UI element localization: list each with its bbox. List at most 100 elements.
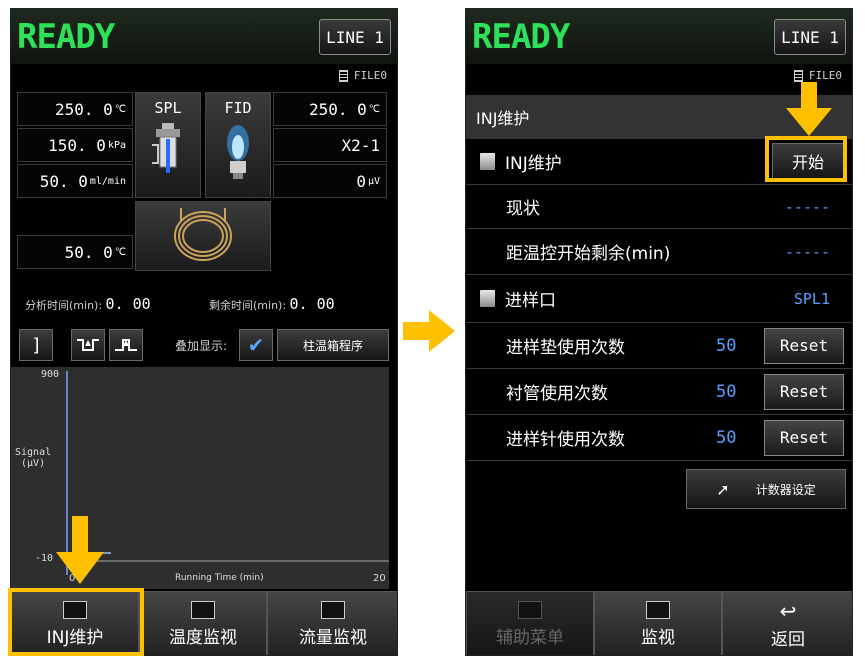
spl-temperature-value: 250. 0	[54, 99, 113, 119]
overlay-label: 叠加显示:	[175, 339, 228, 353]
file-indicator: FILE0	[338, 69, 387, 82]
column-oven-tile[interactable]	[135, 201, 271, 271]
column-temperature-value: 50. 0	[64, 242, 113, 262]
step-chart-icon	[321, 600, 345, 619]
spl-temperature[interactable]: 250. 0 ℃	[17, 92, 133, 126]
monitor-chart-icon	[646, 600, 670, 619]
fid-signal-unit: μV	[367, 175, 380, 187]
y-max-label: 900	[41, 369, 60, 380]
temp-control-remaining-value: -----	[784, 242, 830, 261]
fid-label: FID	[224, 99, 252, 117]
status-value: -----	[784, 197, 830, 216]
status-row: 现状 -----	[466, 185, 852, 229]
checkmark-icon: ✔	[247, 333, 265, 357]
file-icon	[338, 69, 348, 82]
fid-signal-value: 0	[356, 171, 366, 191]
spl-injector-tile[interactable]: SPL	[135, 92, 201, 198]
syringe-reset-button[interactable]: Reset	[764, 419, 844, 456]
liner-count-label: 衬管使用次数	[506, 384, 608, 404]
counter-setting-label: 计数器设定	[755, 482, 816, 497]
down-arrow-icon	[786, 82, 832, 136]
tab-temperature-monitor-label: 温度监视	[169, 627, 237, 648]
septum-count-label: 进样垫使用次数	[506, 338, 625, 358]
injector-block-icon	[480, 153, 495, 170]
fid-detector-tile[interactable]: FID	[205, 92, 271, 198]
list-icon	[518, 600, 542, 619]
remaining-time-value: 0. 00	[289, 295, 335, 313]
line-button[interactable]: LINE 1	[319, 19, 391, 55]
highlight-start-button	[765, 136, 847, 182]
temp-control-row: 距温控开始剩余(min) -----	[466, 229, 852, 275]
back-arrow-icon: ↩	[779, 598, 797, 623]
tab-flow-monitor[interactable]: 流量监视	[267, 591, 397, 655]
tab-temperature-monitor[interactable]: 温度监视	[139, 591, 267, 655]
status-bar: READY LINE 1	[466, 9, 852, 64]
file-icon	[793, 69, 803, 82]
counter-setting-button[interactable]: ➚ 计数器设定	[686, 469, 846, 509]
ready-status: READY	[472, 17, 570, 57]
fid-temperature-value: 250. 0	[308, 99, 367, 119]
liner-count-value: 50	[716, 381, 737, 402]
share-arrow-icon: ➚	[716, 479, 730, 499]
overlay-checkbox[interactable]: ✔	[239, 329, 273, 361]
syringe-count-row: 进样针使用次数 50 Reset	[466, 415, 852, 461]
bracket-button[interactable]: ]	[19, 329, 53, 361]
right-arrow-icon	[403, 310, 455, 352]
septum-count-row: 进样垫使用次数 50 Reset	[466, 323, 852, 369]
remaining-time: 剩余时间(min): 0. 00	[209, 295, 335, 313]
septum-count-value: 50	[716, 335, 737, 356]
status-label: 现状	[506, 199, 540, 219]
spl-flow[interactable]: 50. 0 ml/min	[17, 164, 133, 198]
column-temperature-unit: ℃	[114, 246, 126, 258]
inlet-row[interactable]: 进样口 SPL1	[466, 275, 852, 323]
analysis-time-label: 分析时间(min):	[25, 299, 103, 312]
spl-pressure[interactable]: 150. 0 kPa	[17, 128, 133, 162]
tab-aux-menu[interactable]: 辅助菜单	[466, 591, 594, 655]
spl-flow-unit: ml/min	[89, 175, 126, 187]
fid-temperature[interactable]: 250. 0 ℃	[273, 92, 387, 126]
analysis-time-value: 0. 00	[105, 295, 151, 313]
file-indicator: FILE0	[793, 69, 842, 82]
remaining-time-label: 剩余时间(min):	[209, 299, 287, 312]
liner-reset-button[interactable]: Reset	[764, 373, 844, 410]
inlet-value: SPL1	[793, 289, 830, 308]
septum-reset-button[interactable]: Reset	[764, 327, 844, 364]
peak-in-icon	[77, 339, 99, 351]
flame-icon	[227, 125, 249, 179]
line-button[interactable]: LINE 1	[774, 19, 846, 55]
y-axis-label: Signal (μV)	[15, 447, 52, 469]
status-bar: READY LINE 1	[11, 9, 397, 64]
column-coil-icon	[174, 208, 232, 261]
spl-pressure-unit: kPa	[107, 139, 126, 151]
injector-block-icon	[480, 290, 495, 307]
spl-temperature-unit: ℃	[114, 103, 126, 115]
tab-back-label: 返回	[771, 629, 805, 650]
tab-monitor[interactable]: 监视	[594, 591, 722, 655]
temp-control-remaining-label: 距温控开始剩余(min)	[506, 244, 671, 264]
down-arrow-icon	[56, 516, 104, 584]
spl-pressure-value: 150. 0	[48, 135, 106, 155]
syringe-count-label: 进样针使用次数	[506, 430, 625, 450]
zoom-in-button[interactable]	[71, 329, 105, 361]
tab-monitor-label: 监视	[641, 627, 675, 648]
injector-icon	[152, 123, 180, 173]
column-temperature[interactable]: 50. 0 ℃	[17, 235, 133, 269]
oven-program-button[interactable]: 柱温箱程序	[277, 329, 389, 361]
step-chart-icon	[191, 600, 215, 619]
liner-count-row: 衬管使用次数 50 Reset	[466, 369, 852, 415]
zoom-out-button[interactable]	[109, 329, 143, 361]
bracket-icon: ]	[32, 334, 40, 356]
tab-aux-menu-label: 辅助菜单	[496, 627, 564, 648]
fid-signal[interactable]: 0 μV	[273, 164, 387, 198]
analysis-time: 分析时间(min): 0. 00	[25, 295, 151, 313]
fid-mode[interactable]: X2-1	[273, 128, 387, 162]
syringe-count-value: 50	[716, 427, 737, 448]
y-min-label: -10	[35, 553, 54, 564]
tab-flow-monitor-label: 流量监视	[299, 627, 367, 648]
fid-temperature-unit: ℃	[368, 103, 380, 115]
tab-back[interactable]: ↩ 返回	[722, 591, 852, 655]
ready-status: READY	[17, 17, 115, 57]
highlight-inj-tab	[8, 588, 144, 656]
spl-label: SPL	[154, 99, 182, 117]
file-name: FILE0	[353, 69, 387, 82]
